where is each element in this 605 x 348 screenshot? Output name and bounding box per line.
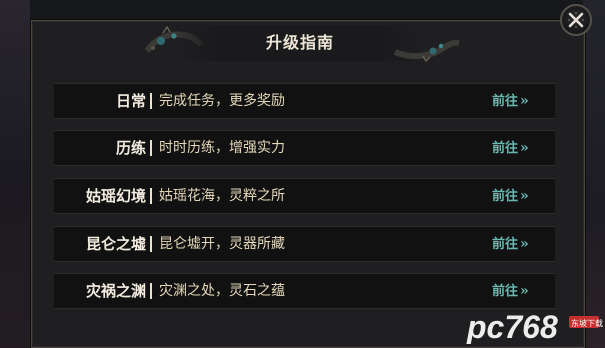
row-description: 灾渊之处，灵石之蕴	[159, 283, 285, 299]
row-divider	[150, 140, 152, 156]
double-chevron-right-icon: »	[520, 140, 529, 156]
row-name: 日常	[115, 92, 146, 110]
row-divider	[150, 236, 152, 252]
close-icon	[568, 12, 584, 28]
go-button[interactable]: 前往»	[492, 227, 550, 261]
row-name: 灾祸之渊	[85, 282, 146, 300]
background-left-edge	[0, 0, 30, 348]
go-label: 前往	[492, 94, 519, 109]
go-label: 前往	[492, 237, 519, 252]
row-description: 时时历练，增强实力	[159, 140, 285, 156]
row-divider	[150, 283, 152, 299]
title-ornament-right	[393, 39, 460, 63]
row-divider	[150, 188, 152, 204]
dialog-title: 升级指南	[265, 33, 334, 52]
close-button[interactable]	[560, 4, 592, 36]
background-right-edge	[583, 0, 605, 348]
svg-text:pc768: pc768	[466, 309, 558, 344]
go-button[interactable]: 前往»	[492, 179, 550, 213]
row-name: 姑瑶幻境	[85, 187, 146, 205]
go-button[interactable]: 前往»	[492, 274, 550, 308]
go-label: 前往	[492, 189, 519, 204]
row-divider	[150, 93, 152, 109]
row-description: 昆仑墟开，灵器所藏	[159, 236, 285, 252]
go-button[interactable]: 前往»	[492, 131, 550, 165]
row-name: 历练	[115, 139, 146, 157]
row-description: 完成任务，更多奖励	[159, 93, 285, 109]
go-label: 前往	[492, 141, 519, 156]
svg-text:东坡下载: 东坡下载	[571, 318, 603, 328]
guide-row-calamity-abyss: 灾祸之渊 灾渊之处，灵石之蕴 前往»	[54, 273, 555, 309]
double-chevron-right-icon: »	[520, 236, 529, 252]
double-chevron-right-icon: »	[520, 188, 529, 204]
go-button[interactable]: 前往»	[492, 84, 550, 118]
row-description: 姑瑶花海，灵粹之所	[159, 188, 285, 204]
guide-row-kunlun-ruins: 昆仑之墟 昆仑墟开，灵器所藏 前往»	[54, 226, 555, 262]
row-name: 昆仑之墟	[85, 235, 146, 253]
guide-row-training: 历练 时时历练，增强实力 前往»	[54, 130, 555, 166]
watermark-logo: pc768 东坡下载	[466, 309, 603, 344]
guide-row-daily: 日常 完成任务，更多奖励 前往»	[54, 83, 555, 119]
go-label: 前往	[492, 284, 519, 299]
double-chevron-right-icon: »	[520, 93, 529, 109]
double-chevron-right-icon: »	[520, 283, 529, 299]
guide-row-guyao-illusion: 姑瑶幻境 姑瑶花海，灵粹之所 前往»	[54, 178, 555, 214]
